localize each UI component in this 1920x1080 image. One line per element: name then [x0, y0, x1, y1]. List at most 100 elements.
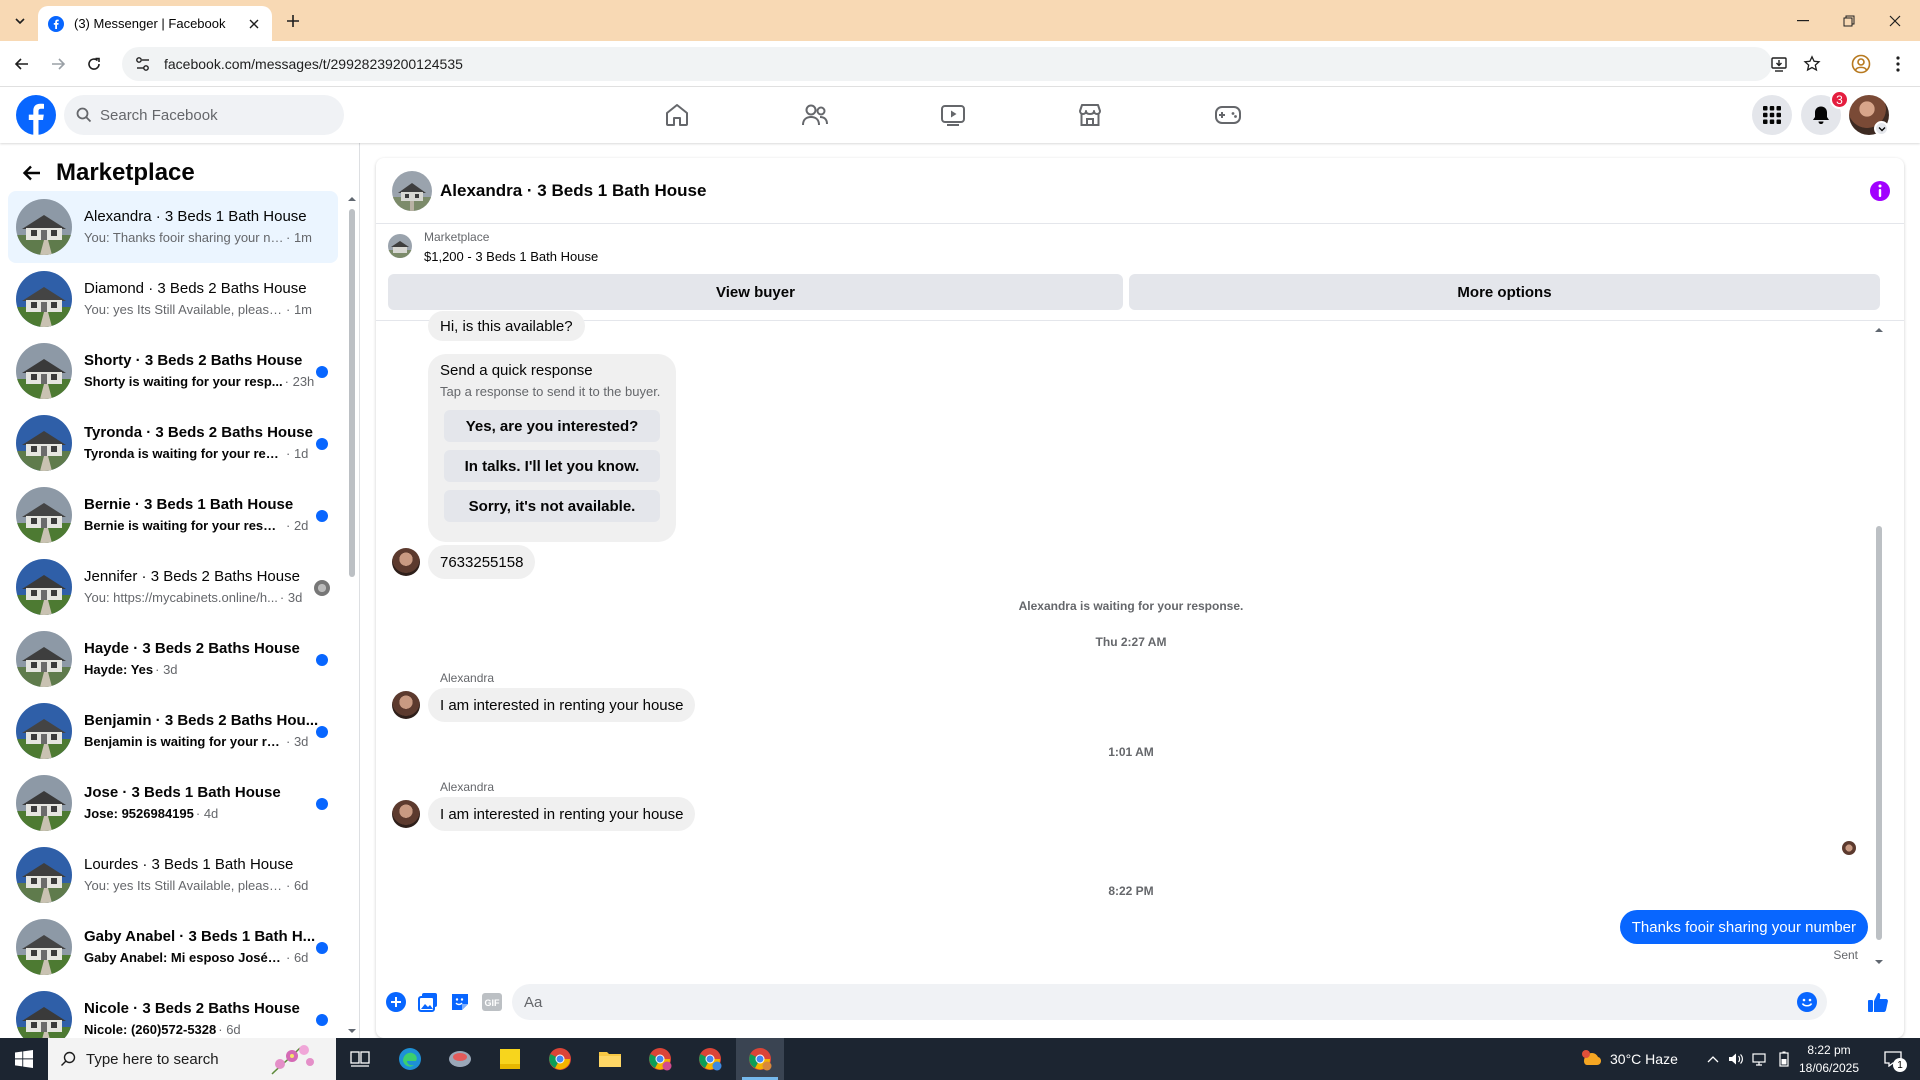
windows-start-icon[interactable] — [0, 1038, 48, 1080]
conversation-item[interactable]: Shorty · 3 Beds 2 Baths House Shorty is w… — [8, 335, 338, 407]
message-input[interactable] — [524, 993, 1764, 1011]
conversation-thumbnail — [16, 271, 72, 327]
conversation-name: Shorty · 3 Beds 2 Baths House — [84, 352, 303, 369]
chrome-active-icon[interactable] — [736, 1038, 784, 1080]
close-tab-icon[interactable] — [246, 16, 262, 32]
account-chevron-icon[interactable] — [1874, 121, 1889, 136]
notification-badge: 3 — [1830, 90, 1849, 109]
flowers-decoration-icon — [271, 1045, 314, 1075]
message-input-box[interactable] — [512, 984, 1827, 1020]
conversation-item[interactable]: Hayde · 3 Beds 2 Baths House Hayde: Yes · … — [8, 623, 338, 695]
bookmark-star-icon[interactable] — [1798, 47, 1826, 81]
sender-name: Alexandra — [440, 671, 495, 685]
clock-time: 8:22 pm — [1807, 1043, 1851, 1057]
volume-icon[interactable] — [1725, 1038, 1747, 1080]
listing-title[interactable]: $1,200 - 3 Beds 1 Bath House — [424, 249, 598, 264]
conversation-item[interactable]: Gaby Anabel · 3 Beds 1 Bath H... Gaby Ana… — [8, 911, 338, 983]
conversation-time: · 4d — [195, 806, 219, 821]
tab-search-icon[interactable] — [8, 9, 32, 33]
sidebar-scrollbar[interactable] — [347, 195, 357, 1035]
chat-header: Alexandra · 3 Beds 1 Bath House — [376, 158, 1904, 224]
view-buyer-button[interactable]: View buyer — [388, 274, 1123, 310]
more-options-button[interactable]: More options — [1129, 274, 1880, 310]
conversation-item[interactable]: Jose · 3 Beds 1 Bath House Jose: 95269841… — [8, 767, 338, 839]
quick-reply-in-talks-button[interactable]: In talks. I'll let you know. — [444, 450, 660, 482]
conversation-item[interactable]: Diamond · 3 Beds 2 Baths House You: yes I… — [8, 263, 338, 335]
video-icon[interactable] — [897, 91, 1009, 139]
close-window-icon[interactable] — [1872, 0, 1918, 41]
chrome-icon[interactable] — [536, 1038, 584, 1080]
site-settings-icon[interactable] — [134, 55, 152, 73]
conversation-item[interactable]: Jennifer · 3 Beds 2 Baths House You: http… — [8, 551, 338, 623]
plus-circle-icon[interactable] — [384, 990, 408, 1014]
marketplace-icon[interactable] — [1034, 91, 1146, 139]
chat-house-avatar[interactable] — [392, 170, 432, 211]
install-app-icon[interactable] — [1765, 47, 1793, 81]
gaming-icon[interactable] — [1172, 91, 1284, 139]
friends-icon[interactable] — [759, 91, 871, 139]
sender-avatar[interactable] — [392, 548, 420, 576]
sidebar-title: Marketplace — [56, 159, 195, 186]
facebook-search[interactable] — [64, 95, 344, 135]
quick-reply-not-available-button[interactable]: Sorry, it's not available. — [444, 490, 660, 522]
minimize-icon[interactable] — [1780, 0, 1826, 41]
browser-menu-icon[interactable] — [1884, 47, 1912, 81]
file-explorer-icon[interactable] — [586, 1038, 634, 1080]
menu-grid-icon[interactable] — [1752, 95, 1792, 135]
forward-icon[interactable] — [45, 51, 71, 77]
conversation-item[interactable]: Alexandra · 3 Beds 1 Bath House You: Than… — [8, 191, 338, 263]
home-icon[interactable] — [621, 91, 733, 139]
chat-scrollbar[interactable] — [1873, 326, 1885, 966]
gif-icon[interactable]: GIF — [480, 990, 504, 1014]
conversation-item[interactable]: Nicole · 3 Beds 2 Baths House Nicole: (26… — [8, 983, 338, 1038]
address-bar[interactable]: facebook.com/messages/t/2992823920012453… — [122, 47, 1772, 81]
clock[interactable]: 8:22 pm 18/06/2025 — [1784, 1041, 1874, 1077]
quick-reply-interested-button[interactable]: Yes, are you interested? — [444, 410, 660, 442]
new-tab-icon[interactable] — [282, 10, 304, 32]
chrome-profile-icon[interactable] — [636, 1038, 684, 1080]
action-center-icon[interactable]: 1 — [1873, 1038, 1913, 1080]
conversation-item[interactable]: Benjamin · 3 Beds 2 Baths Hou... Benjamin… — [8, 695, 338, 767]
back-icon[interactable] — [9, 51, 35, 77]
profile-icon[interactable] — [1847, 47, 1875, 81]
weather-widget[interactable]: 30°C Haze — [1580, 1038, 1678, 1080]
chat-title[interactable]: Alexandra · 3 Beds 1 Bath House — [440, 181, 706, 201]
search-icon — [61, 1051, 76, 1066]
conversation-preview: You: yes Its Still Available, please S..… — [84, 302, 284, 317]
sender-avatar[interactable] — [392, 691, 420, 719]
sticky-notes-icon[interactable] — [486, 1038, 534, 1080]
taskbar-search[interactable]: Type here to search — [48, 1038, 336, 1080]
conversation-thumbnail — [16, 775, 72, 831]
app-icon[interactable] — [436, 1038, 484, 1080]
facebook-logo-icon[interactable] — [16, 95, 56, 135]
conversation-item[interactable]: Bernie · 3 Beds 1 Bath House Bernie is wa… — [8, 479, 338, 551]
conversation-item[interactable]: Tyronda · 3 Beds 2 Baths House Tyronda is… — [8, 407, 338, 479]
browser-tab[interactable]: (3) Messenger | Facebook — [38, 6, 272, 41]
conversation-thumbnail — [16, 415, 72, 471]
restore-icon[interactable] — [1826, 0, 1872, 41]
task-view-icon[interactable] — [336, 1038, 384, 1080]
message-composer: GIF — [376, 968, 1904, 1038]
photo-icon[interactable] — [416, 990, 440, 1014]
emoji-icon[interactable] — [1797, 992, 1817, 1012]
conversation-thumbnail — [16, 487, 72, 543]
network-icon[interactable] — [1748, 1038, 1770, 1080]
listing-thumbnail[interactable] — [388, 234, 412, 258]
unread-dot — [316, 726, 328, 738]
sender-avatar[interactable] — [392, 800, 420, 828]
back-arrow-icon[interactable] — [16, 157, 48, 189]
seen-indicator-avatar — [1842, 841, 1856, 855]
conversation-item[interactable]: Lourdes · 3 Beds 1 Bath House You: yes It… — [8, 839, 338, 911]
info-icon[interactable] — [1868, 179, 1892, 203]
edge-browser-icon[interactable] — [386, 1038, 434, 1080]
sent-status: Sent — [1833, 948, 1858, 962]
sticker-icon[interactable] — [448, 990, 472, 1014]
tray-chevron-icon[interactable] — [1702, 1038, 1724, 1080]
message-thread: Hi, is this available? Send a quick resp… — [376, 311, 1886, 971]
chrome-profile-icon[interactable] — [686, 1038, 734, 1080]
sender-name: Alexandra — [440, 780, 495, 794]
facebook-search-input[interactable] — [100, 106, 320, 124]
conversation-preview: You: https://mycabinets.online/h... — [84, 590, 278, 605]
like-thumb-icon[interactable] — [1866, 990, 1890, 1014]
reload-icon[interactable] — [81, 51, 107, 77]
